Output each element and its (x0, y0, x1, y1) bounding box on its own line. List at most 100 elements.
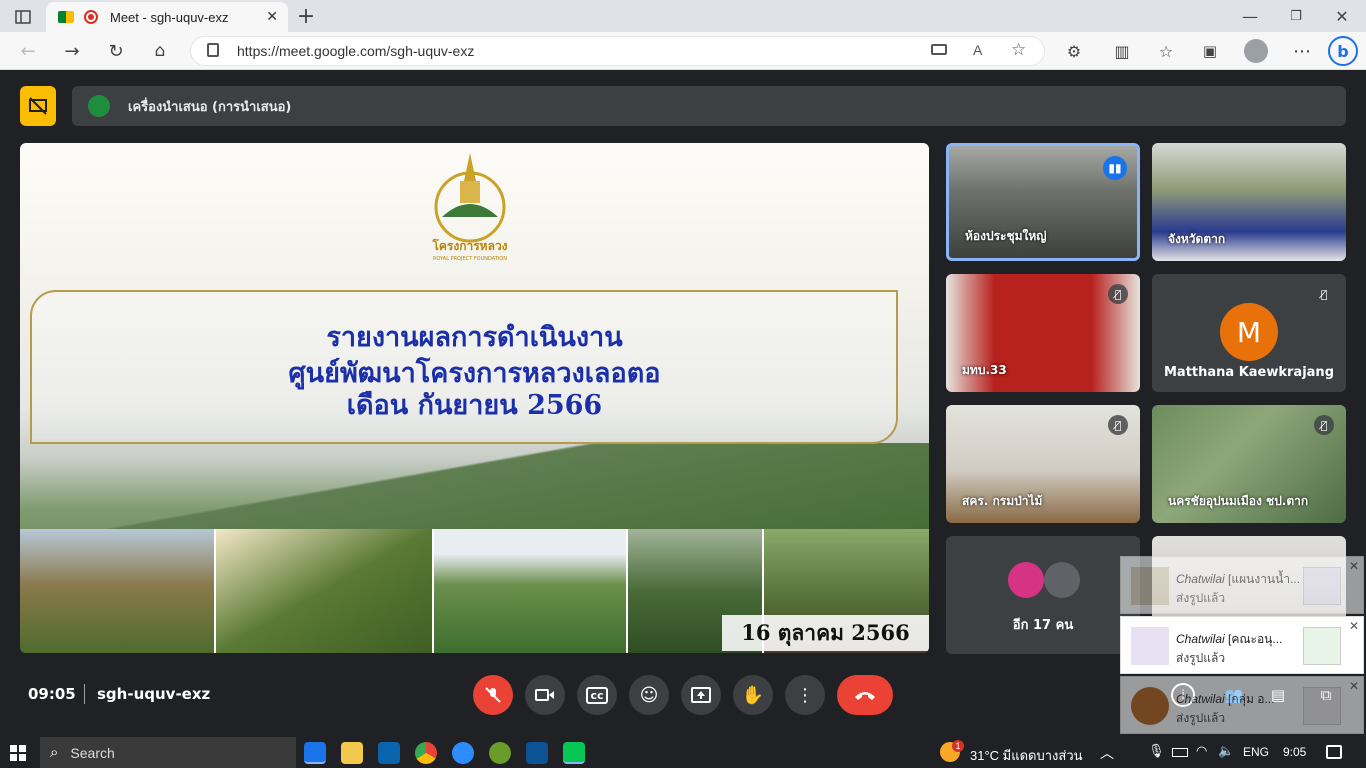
slide-title-line-3: เดือน กันยายน 2566 (346, 390, 603, 421)
notification-sender: Chatwilai [แผนงานน้ำ... (1176, 572, 1301, 586)
tray-mic-icon[interactable]: 🎙 (1148, 743, 1165, 759)
camera-icon[interactable] (931, 44, 947, 55)
clock[interactable]: 9:05 (1283, 745, 1306, 759)
captions-button[interactable]: cc (577, 675, 617, 715)
browser-tab[interactable]: Meet - sgh-uquv-exz ✕ (46, 2, 288, 32)
meeting-time: 09:05 (28, 685, 76, 703)
more-icon[interactable]: ⋯ (1290, 39, 1314, 63)
search-label: Search (70, 744, 115, 761)
address-bar[interactable]: https://meet.google.com/sgh-uquv-exz A ☆ (190, 36, 1045, 66)
muted-mic-icon: 🎙̸ (1108, 284, 1128, 304)
notification-image (1303, 627, 1341, 665)
start-icon[interactable] (10, 745, 26, 761)
wifi-icon[interactable]: ◠ (1196, 743, 1207, 759)
taskbar-search[interactable]: ⌕ Search (40, 737, 296, 768)
notification-image (1303, 567, 1341, 605)
notification-toast[interactable]: Chatwilai [คณะอนุ... ส่งรูปแล้ว ✕ (1120, 616, 1364, 674)
mail-icon[interactable] (378, 742, 400, 764)
refresh-icon[interactable]: ↻ (104, 39, 128, 63)
logo-subtext: ROYAL PROJECT FOUNDATION (432, 256, 507, 262)
collections-icon[interactable]: ▣ (1198, 39, 1222, 63)
chrome-icon[interactable] (415, 742, 437, 764)
present-button[interactable] (681, 675, 721, 715)
lock-icon (207, 43, 219, 57)
participant-tile[interactable]: 🎙̸ มทบ.33 (946, 274, 1140, 392)
participant-tile[interactable]: ▮▮ ห้องประชุมใหญ่ (946, 143, 1140, 261)
divider (84, 684, 85, 704)
notification-close-icon[interactable]: ✕ (1349, 619, 1359, 633)
participant-tile[interactable]: 🎙̸ สคร. กรมป่าไม้ (946, 405, 1140, 523)
presentation-slide: โครงการหลวง ROYAL PROJECT FOUNDATION ราย… (20, 143, 929, 653)
more-vert-icon: ⋮ (796, 684, 814, 706)
raise-hand-button[interactable]: ✋ (733, 675, 773, 715)
notification-close-icon[interactable]: ✕ (1349, 679, 1359, 693)
participant-name: จังหวัดตาก (1168, 232, 1226, 246)
forward-icon[interactable]: → (60, 39, 84, 63)
participant-avatar (1008, 562, 1044, 598)
line-icon[interactable] (563, 742, 585, 764)
notification-thumbnail (1131, 567, 1169, 605)
notification-toast[interactable]: Chatwilai [กลุ่ม อ... ส่งรูปแล้ว ✕ (1120, 676, 1364, 734)
speaking-indicator-icon: ▮▮ (1103, 156, 1127, 180)
file-explorer-icon[interactable] (341, 742, 363, 764)
extensions-icon[interactable]: ⚙ (1062, 39, 1086, 63)
weather-text[interactable]: 31°C มีแดดบางส่วน (970, 745, 1083, 766)
favorite-star-icon[interactable]: ☆ (1011, 40, 1026, 60)
hand-icon: ✋ (741, 684, 765, 706)
browser-tab-strip: Meet - sgh-uquv-exz ✕ + — ❐ ✕ (0, 0, 1366, 32)
emoji-button[interactable]: ☺ (629, 675, 669, 715)
tab-actions-icon[interactable] (10, 6, 36, 28)
slide-photo-sign (20, 529, 214, 653)
tab-close-icon[interactable]: ✕ (266, 8, 278, 25)
participant-tile[interactable]: จังหวัดตาก (1152, 143, 1346, 261)
notification-toast[interactable]: Chatwilai [แผนงานน้ำ... ส่งรูปแล้ว ✕ (1120, 556, 1364, 614)
minimize-icon[interactable]: — (1236, 4, 1264, 28)
search-icon: ⌕ (50, 744, 59, 761)
notification-center-icon[interactable] (1326, 745, 1342, 759)
participant-name: นครชัยอุปนมเมือง ชป.ตาก (1168, 494, 1309, 508)
webex-icon[interactable] (526, 742, 548, 764)
notification-status: ส่งรูปแล้ว (1176, 651, 1226, 665)
language-indicator[interactable]: ENG (1243, 745, 1269, 759)
url-text: https://meet.google.com/sgh-uquv-exz (237, 43, 475, 59)
emoji-icon: ☺ (639, 684, 659, 706)
end-call-button[interactable] (837, 675, 893, 715)
back-icon[interactable]: ← (16, 39, 40, 63)
participant-tile[interactable]: 🎙̸ M Matthana Kaewkrajang (1152, 274, 1346, 392)
presenter-label: เครื่องนำเสนอ (การนำเสนอ) (128, 99, 292, 115)
participant-name: มทบ.33 (962, 363, 1007, 377)
browser-toolbar: ← → ↻ ⌂ https://meet.google.com/sgh-uquv… (0, 32, 1366, 70)
presenter-banner: เครื่องนำเสนอ (การนำเสนอ) (72, 86, 1346, 126)
battery-icon[interactable] (1172, 748, 1188, 757)
edge-icon[interactable] (304, 742, 326, 764)
notification-sender: Chatwilai [กลุ่ม อ... (1176, 692, 1275, 706)
volume-icon[interactable]: 🔈 (1218, 743, 1234, 759)
camera-toggle-button[interactable] (525, 675, 565, 715)
recording-icon (84, 10, 98, 24)
presentation-indicator-icon[interactable] (20, 86, 56, 126)
restore-icon[interactable]: ❐ (1282, 4, 1310, 28)
slide-date-label: 16 ตุลาคม 2566 (722, 615, 929, 651)
favorites-icon[interactable]: ☆ (1154, 39, 1178, 63)
windows-taskbar: ⌕ Search 1 31°C มีแดดบางส่วน ︿ 🎙 ◠ 🔈 ENG… (0, 737, 1366, 768)
new-tab-icon[interactable]: + (294, 4, 318, 29)
participant-tile[interactable]: 🎙̸ นครชัยอุปนมเมือง ชป.ตาก (1152, 405, 1346, 523)
mic-toggle-button[interactable] (473, 675, 513, 715)
presenter-avatar (88, 95, 110, 117)
weather-badge: 1 (952, 740, 964, 752)
home-icon[interactable]: ⌂ (148, 39, 172, 63)
muted-mic-icon: 🎙̸ (1314, 284, 1334, 304)
profile-avatar[interactable] (1244, 39, 1268, 63)
muted-mic-icon: 🎙̸ (1108, 415, 1128, 435)
tray-chevron-icon[interactable]: ︿ (1100, 743, 1114, 763)
split-screen-icon[interactable]: ▥ (1110, 39, 1134, 63)
zoom-icon[interactable] (452, 742, 474, 764)
close-window-icon[interactable]: ✕ (1328, 4, 1356, 28)
bing-icon[interactable]: b (1328, 36, 1358, 66)
muted-mic-icon: 🎙̸ (1314, 415, 1334, 435)
notification-close-icon[interactable]: ✕ (1349, 559, 1359, 573)
others-tile[interactable]: อีก 17 คน (946, 536, 1140, 654)
read-aloud-icon[interactable]: A (973, 42, 982, 58)
app-icon[interactable] (489, 742, 511, 764)
more-options-button[interactable]: ⋮ (785, 675, 825, 715)
